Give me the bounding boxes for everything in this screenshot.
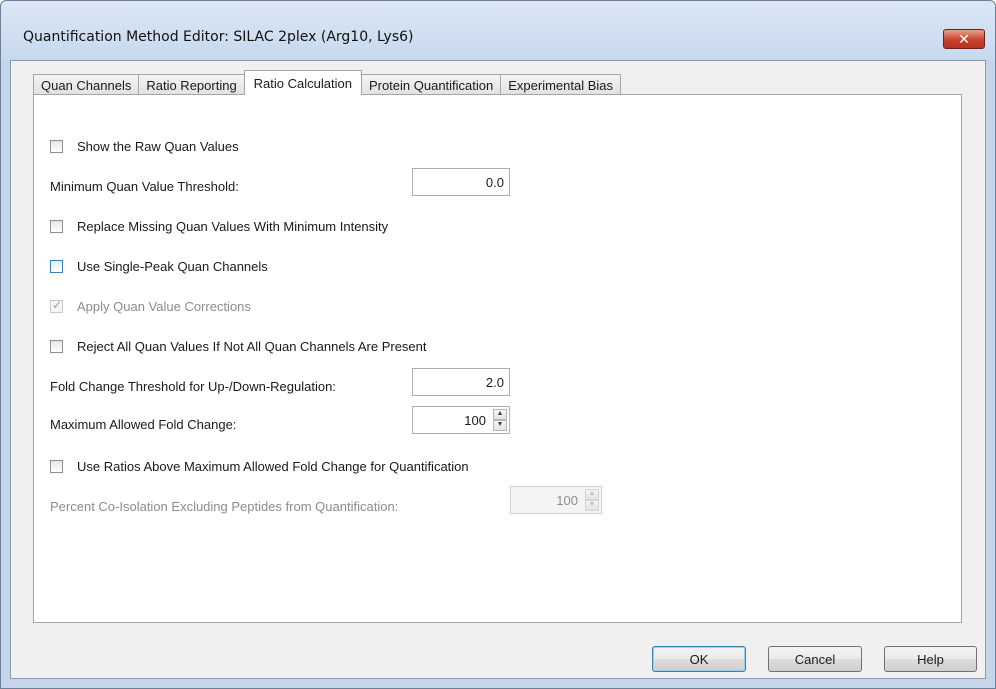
tab-ratio-calculation[interactable]: Ratio Calculation <box>243 70 362 95</box>
replace-missing-checkbox[interactable] <box>50 220 63 233</box>
co-isolation-spinner: ▲ ▼ <box>585 489 599 511</box>
max-fold-spinner[interactable]: ▲ ▼ <box>493 409 507 431</box>
close-button[interactable]: ✕ <box>943 29 985 49</box>
use-ratios-above-label: Use Ratios Above Maximum Allowed Fold Ch… <box>77 459 469 474</box>
max-fold-row: Maximum Allowed Fold Change: <box>50 417 236 432</box>
spin-down-icon: ▼ <box>585 500 599 511</box>
show-raw-label: Show the Raw Quan Values <box>77 139 239 154</box>
tab-quan-channels[interactable]: Quan Channels <box>33 74 140 95</box>
title-bar[interactable]: Quantification Method Editor: SILAC 2ple… <box>1 1 995 59</box>
dialog-body: Quan Channels Ratio Reporting Ratio Calc… <box>10 60 986 679</box>
help-button[interactable]: Help <box>884 646 977 672</box>
single-peak-row[interactable]: Use Single-Peak Quan Channels <box>50 259 268 274</box>
fold-threshold-value: 2.0 <box>485 374 504 390</box>
use-ratios-above-row[interactable]: Use Ratios Above Maximum Allowed Fold Ch… <box>50 459 469 474</box>
spin-down-icon[interactable]: ▼ <box>493 420 507 431</box>
fold-threshold-label: Fold Change Threshold for Up-/Down-Regul… <box>50 379 336 394</box>
cancel-button[interactable]: Cancel <box>768 646 862 672</box>
tab-strip: Quan Channels Ratio Reporting Ratio Calc… <box>33 70 622 95</box>
show-raw-checkbox[interactable] <box>50 140 63 153</box>
min-threshold-value: 0.0 <box>485 174 504 190</box>
reject-all-label: Reject All Quan Values If Not All Quan C… <box>77 339 427 354</box>
close-icon: ✕ <box>958 30 970 47</box>
co-isolation-stepper: 100 ▲ ▼ <box>510 486 602 514</box>
min-threshold-row: Minimum Quan Value Threshold: <box>50 179 239 194</box>
ok-button[interactable]: OK <box>652 646 746 672</box>
tab-experimental-bias[interactable]: Experimental Bias <box>500 74 622 95</box>
dialog-window: Quantification Method Editor: SILAC 2ple… <box>0 0 996 689</box>
tab-ratio-reporting[interactable]: Ratio Reporting <box>138 74 245 95</box>
max-fold-label: Maximum Allowed Fold Change: <box>50 417 237 432</box>
ratio-calculation-panel: Show the Raw Quan Values Minimum Quan Va… <box>33 94 962 623</box>
spin-up-icon: ▲ <box>585 489 599 500</box>
reject-all-row[interactable]: Reject All Quan Values If Not All Quan C… <box>50 339 427 354</box>
use-ratios-above-checkbox[interactable] <box>50 460 63 473</box>
single-peak-checkbox[interactable] <box>50 260 63 273</box>
reject-all-checkbox[interactable] <box>50 340 63 353</box>
replace-missing-label: Replace Missing Quan Values With Minimum… <box>77 219 389 234</box>
replace-missing-row[interactable]: Replace Missing Quan Values With Minimum… <box>50 219 388 234</box>
apply-corrections-checkbox <box>50 298 63 313</box>
tab-protein-quantification[interactable]: Protein Quantification <box>360 74 502 95</box>
max-fold-stepper[interactable]: 100 ▲ ▼ <box>412 406 510 434</box>
min-threshold-input[interactable]: 0.0 <box>412 168 510 196</box>
fold-threshold-row: Fold Change Threshold for Up-/Down-Regul… <box>50 379 336 394</box>
window-title: Quantification Method Editor: SILAC 2ple… <box>23 29 414 45</box>
co-isolation-row: Percent Co-Isolation Excluding Peptides … <box>50 499 398 514</box>
show-raw-row[interactable]: Show the Raw Quan Values <box>50 139 239 154</box>
apply-corrections-label: Apply Quan Value Corrections <box>77 299 251 314</box>
single-peak-label: Use Single-Peak Quan Channels <box>77 259 268 274</box>
apply-corrections-row: Apply Quan Value Corrections <box>50 298 251 314</box>
min-threshold-label: Minimum Quan Value Threshold: <box>50 179 239 194</box>
co-isolation-label: Percent Co-Isolation Excluding Peptides … <box>50 499 399 514</box>
fold-threshold-input[interactable]: 2.0 <box>412 368 510 396</box>
spin-up-icon[interactable]: ▲ <box>493 409 507 420</box>
